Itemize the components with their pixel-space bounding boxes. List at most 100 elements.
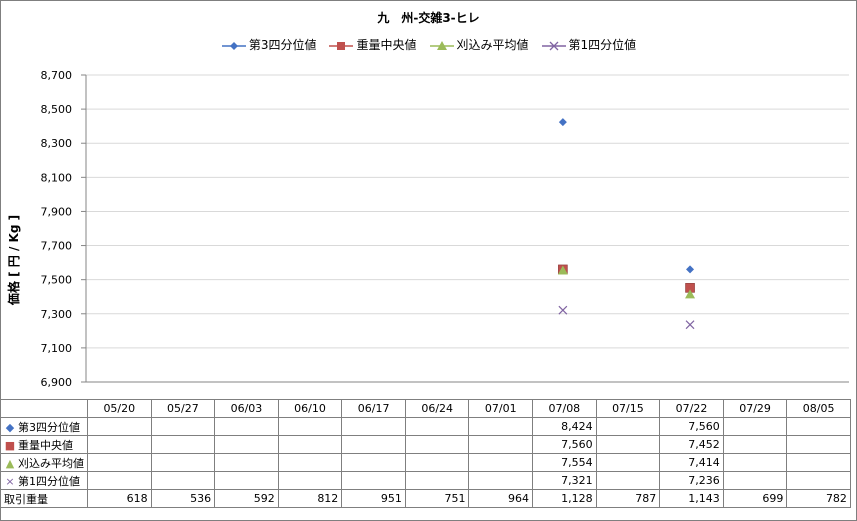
- table-cell: [214, 417, 279, 436]
- table-cell: [87, 417, 152, 436]
- series-marker-icon: ▲: [5, 456, 15, 470]
- x-category-label: 06/24: [404, 399, 470, 418]
- y-tick-label: 6,900: [41, 376, 73, 389]
- table-row: ▲ 刈込み平均値 7,554 7,414: [0, 453, 851, 472]
- table-cell: [214, 453, 279, 472]
- x-category-label: 07/08: [532, 399, 597, 418]
- table-row-label: ◆ 第3四分位値: [0, 417, 88, 436]
- row-label-text: 取引重量: [4, 492, 48, 506]
- y-axis-label-text: 価格 [ 円 / Kg ]: [6, 215, 21, 306]
- x-category-label: 07/29: [722, 399, 788, 418]
- y-tick-label: 8,100: [41, 171, 73, 184]
- table-cell: 751: [404, 489, 470, 508]
- table-cell: [404, 453, 470, 472]
- table-cell: 787: [595, 489, 661, 508]
- table-cell: [341, 417, 406, 436]
- table-row: ◆ 第3四分位値 8,424 7,560: [0, 417, 851, 436]
- table-row: ■ 重量中央値 7,560 7,452: [0, 435, 851, 454]
- table-cell: [722, 435, 788, 454]
- data-point: [558, 305, 568, 315]
- y-tick-label: 7,500: [41, 274, 73, 287]
- table-cell: 8,424: [532, 417, 597, 436]
- table-cell: [468, 453, 534, 472]
- table-cell: 592: [214, 489, 279, 508]
- table-cell: 812: [277, 489, 343, 508]
- table-cell: 7,452: [659, 435, 724, 454]
- table-header-row: 05/20 05/27 06/03 06/10 06/17 06/24 07/01 07/08…: [0, 399, 851, 418]
- y-tick-label: 8,300: [41, 137, 73, 150]
- table-cell: 7,236: [659, 471, 724, 490]
- table-cell: 618: [87, 489, 152, 508]
- y-tick-label: 7,300: [41, 308, 73, 321]
- row-label-text: 第1四分位値: [18, 474, 80, 488]
- series-marker-icon: ×: [5, 474, 15, 488]
- table-row-label: ■ 重量中央値: [0, 435, 88, 454]
- table-cell: [87, 435, 152, 454]
- table-cell: [214, 435, 279, 454]
- data-point: [686, 265, 695, 274]
- x-category-label: 05/20: [87, 399, 152, 418]
- table-cell: 1,128: [532, 489, 597, 508]
- table-cell: [404, 417, 470, 436]
- x-category-label: 05/27: [150, 399, 216, 418]
- table-cell: 536: [150, 489, 216, 508]
- table-cell: 7,560: [532, 435, 597, 454]
- table-row-label: × 第1四分位値: [0, 471, 88, 490]
- table-cell: [468, 471, 534, 490]
- table-cell: 699: [722, 489, 788, 508]
- x-category-label: 08/05: [786, 399, 851, 418]
- table-cell: 951: [341, 489, 406, 508]
- table-cell: [341, 435, 406, 454]
- table-cell: 7,414: [659, 453, 724, 472]
- table-cell: [786, 435, 851, 454]
- table-cell: [468, 417, 534, 436]
- table-row: 取引重量 618 536 592 812 951 751 964 1,128 787 1,143 69…: [0, 489, 851, 508]
- table-cell: [595, 471, 661, 490]
- table-cell: [468, 435, 534, 454]
- x-category-label: 06/17: [341, 399, 406, 418]
- table-cell: [150, 453, 216, 472]
- table-row-label: ▲ 刈込み平均値: [0, 453, 88, 472]
- y-tick-label: 7,700: [41, 240, 73, 253]
- table-cell: [277, 435, 343, 454]
- y-tick-label: 7,900: [41, 205, 73, 218]
- data-table: 05/20 05/27 06/03 06/10 06/17 06/24 07/01 07/08…: [0, 399, 851, 508]
- data-point: [685, 320, 695, 330]
- table-cell: [87, 453, 152, 472]
- table-cell: [595, 453, 661, 472]
- row-label-text: 刈込み平均値: [18, 456, 84, 470]
- table-cell: [150, 435, 216, 454]
- table-cell: [722, 471, 788, 490]
- plot-area: 6,900 7,100 7,300 7,500 7,700 7,900 8,100 8,300…: [41, 69, 849, 389]
- series-marker-icon: ◆: [5, 420, 15, 434]
- table-cell: 964: [468, 489, 534, 508]
- table-cell: [341, 453, 406, 472]
- table-cell: [277, 471, 343, 490]
- table-cell: [150, 417, 216, 436]
- table-cell: [786, 417, 851, 436]
- table-cell: [722, 417, 788, 436]
- table-cell: [595, 417, 661, 436]
- table-corner-cell: [0, 399, 88, 418]
- table-cell: [341, 471, 406, 490]
- x-category-label: 07/22: [659, 399, 724, 418]
- data-point: [558, 118, 567, 127]
- table-cell: [277, 453, 343, 472]
- table-cell: 782: [786, 489, 851, 508]
- table-cell: [722, 453, 788, 472]
- table-cell: [277, 417, 343, 436]
- table-cell: [595, 435, 661, 454]
- x-category-label: 06/10: [277, 399, 343, 418]
- x-category-label: 07/01: [468, 399, 534, 418]
- table-cell: [786, 453, 851, 472]
- y-axis-label: 価格 [ 円 / Kg ]: [6, 215, 21, 306]
- table-cell: [786, 471, 851, 490]
- y-tick-label: 7,100: [41, 342, 73, 355]
- table-cell: [214, 471, 279, 490]
- y-tick-label: 8,700: [41, 69, 73, 82]
- table-cell: 7,321: [532, 471, 597, 490]
- table-cell: [87, 471, 152, 490]
- table-cell: [404, 435, 470, 454]
- table-cell: 7,554: [532, 453, 597, 472]
- y-tick-label: 8,500: [41, 103, 73, 116]
